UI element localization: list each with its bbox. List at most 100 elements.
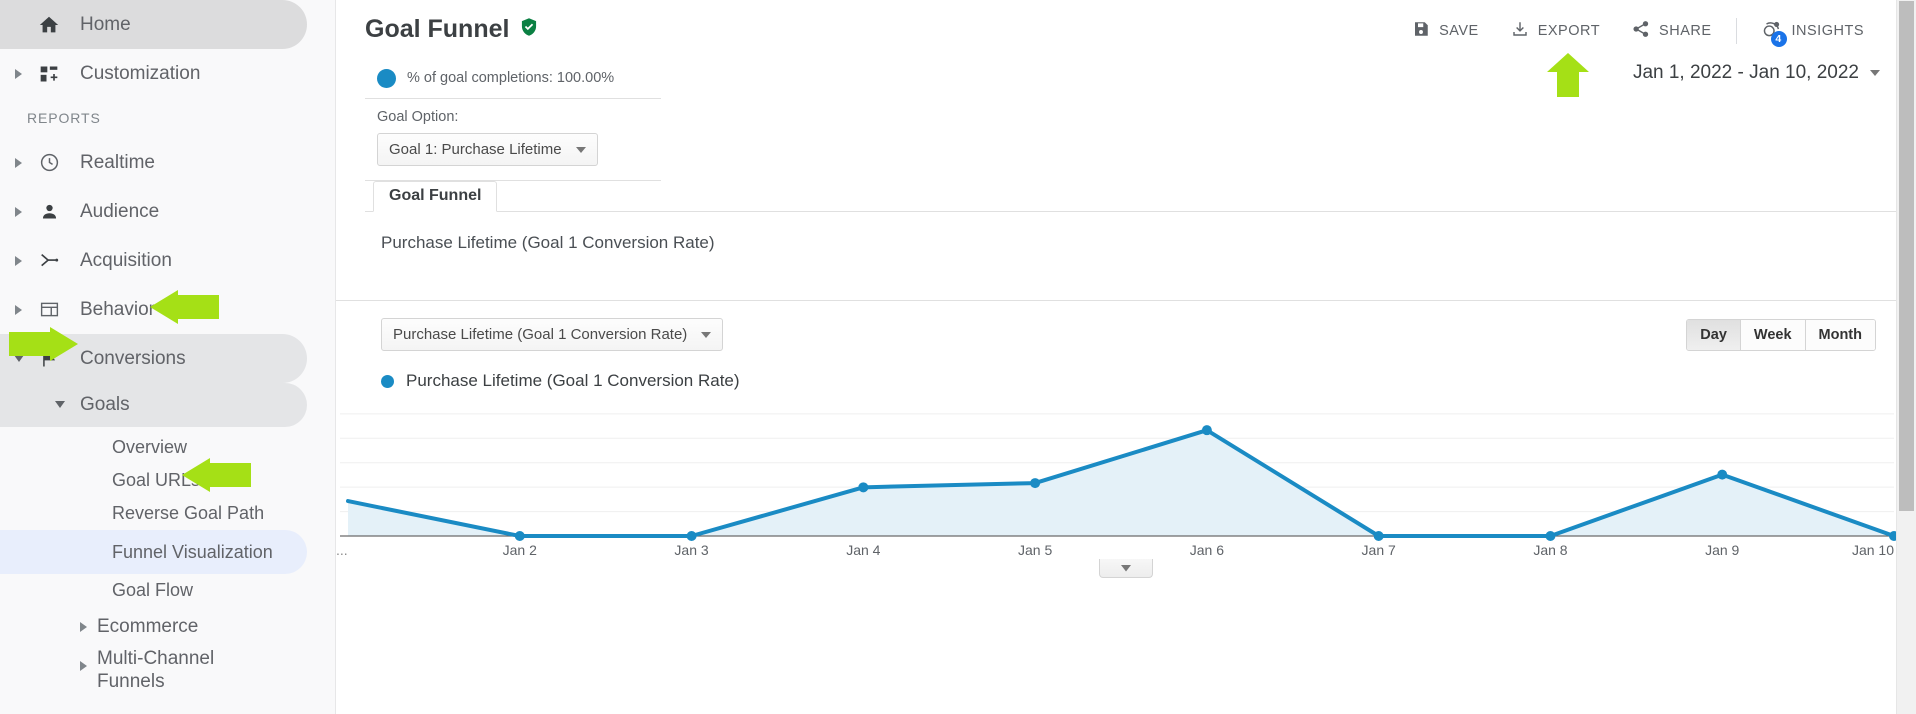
insights-button-label: INSIGHTS (1791, 23, 1864, 39)
page-title: Goal Funnel (365, 15, 539, 44)
funnel-heading: Purchase Lifetime (Goal 1 Conversion Rat… (381, 212, 1916, 300)
data-point[interactable] (1545, 531, 1556, 541)
metric-select[interactable]: Purchase Lifetime (Goal 1 Conversion Rat… (381, 318, 724, 351)
tab-strip: Goal Funnel (365, 181, 1916, 212)
share-button-label: SHARE (1659, 23, 1712, 39)
sidebar-item-audience[interactable]: Audience (0, 187, 335, 236)
x-axis-truncation-ellipsis: ... (336, 542, 348, 558)
sidebar-item-acquisition[interactable]: Acquisition (0, 236, 335, 285)
sidebar-item-label: Funnel Visualization (112, 542, 273, 562)
sidebar-item-multi-channel-funnels[interactable]: Multi-Channel Funnels (0, 647, 335, 692)
sidebar-item-overview[interactable]: Overview (0, 431, 335, 464)
sidebar-item-customization[interactable]: Customization (0, 49, 335, 98)
save-icon (1412, 20, 1430, 42)
line-chart[interactable]: Jan 2 Jan 3 Jan 4 Jan 5 Jan 6 Jan 7 Jan 8 Jan 9… (336, 403, 1916, 578)
goal-option-label: Goal Option: (377, 109, 459, 125)
chevron-right-icon (6, 157, 32, 168)
sidebar-item-label: Reverse Goal Path (112, 503, 265, 523)
date-range-picker[interactable]: Jan 1, 2022 - Jan 10, 2022 (1633, 62, 1880, 84)
x-axis-tick-label: Jan 8 (1533, 542, 1567, 558)
save-button-label: SAVE (1439, 23, 1479, 39)
data-point[interactable] (1030, 478, 1041, 489)
sidebar-item-behavior[interactable]: Behavior (0, 285, 335, 334)
sidebar-section-reports: REPORTS (27, 110, 101, 126)
chevron-down-icon (55, 401, 65, 409)
customization-icon (32, 64, 66, 84)
granularity-toggle: Day Week Month (1686, 318, 1876, 351)
date-range-value: Jan 1, 2022 - Jan 10, 2022 (1632, 62, 1859, 83)
person-icon (32, 201, 66, 222)
data-point[interactable] (1717, 469, 1728, 480)
granularity-day[interactable]: Day (1687, 319, 1741, 350)
goal-completions-text: % of goal completions: 100.00% (407, 70, 615, 86)
sidebar-item-reverse-goal-path[interactable]: Reverse Goal Path (0, 497, 335, 530)
collapse-chart-button[interactable] (1099, 559, 1153, 578)
metric-select-value: Purchase Lifetime (Goal 1 Conversion Rat… (393, 326, 688, 343)
sidebar-item-goals[interactable]: Goals (0, 383, 307, 427)
home-icon (32, 14, 66, 36)
insights-icon: 4 (1761, 18, 1787, 47)
verified-shield-icon (519, 15, 539, 44)
chevron-down-icon (6, 354, 32, 363)
data-point[interactable] (514, 531, 525, 541)
chevron-right-icon (80, 622, 88, 632)
chevron-right-icon (6, 255, 32, 266)
export-button[interactable]: EXPORT (1495, 14, 1616, 48)
main-content: Goal Funnel SAVE EXPORT SHARE 4 INSIGHTS… (336, 0, 1916, 714)
insights-badge: 4 (1770, 31, 1787, 47)
sidebar-item-goal-urls[interactable]: Goal URLs (0, 464, 335, 497)
sidebar-item-realtime[interactable]: Realtime (0, 138, 335, 187)
sidebar-item-label: Goals (80, 394, 130, 415)
sidebar-item-label: Customization (80, 62, 201, 84)
sidebar-item-label: Ecommerce (97, 616, 199, 637)
granularity-week[interactable]: Week (1740, 319, 1806, 350)
chevron-right-icon (6, 68, 32, 79)
annotation-arrow-date-range (1545, 52, 1591, 103)
x-axis-tick-label: Jan 7 (1362, 542, 1396, 558)
x-axis-tick-label: Jan 5 (1018, 542, 1052, 558)
vertical-scrollbar[interactable] (1896, 0, 1916, 714)
export-button-label: EXPORT (1537, 23, 1601, 39)
clock-icon (32, 152, 66, 173)
sidebar-item-label: Realtime (80, 151, 155, 173)
sidebar-item-label: Goal URLs (112, 470, 201, 490)
share-icon (1632, 20, 1650, 42)
share-button[interactable]: SHARE (1616, 14, 1727, 48)
data-point[interactable] (858, 482, 869, 493)
sidebar-item-label: Audience (80, 200, 160, 222)
granularity-month[interactable]: Month (1805, 319, 1875, 350)
tab-goal-funnel[interactable]: Goal Funnel (373, 181, 498, 212)
chevron-right-icon (80, 661, 88, 671)
data-point[interactable] (1373, 531, 1384, 541)
page-header: Goal Funnel SAVE EXPORT SHARE 4 INSIGHTS (336, 0, 1916, 58)
goal-option-select[interactable]: Goal 1: Purchase Lifetime (377, 133, 598, 166)
save-button[interactable]: SAVE (1396, 14, 1495, 48)
chart-controls: Purchase Lifetime (Goal 1 Conversion Rat… (336, 318, 1916, 351)
x-axis-tick-label: Jan 2 (503, 542, 537, 558)
sidebar-item-funnel-visualization[interactable]: Funnel Visualization (0, 530, 307, 574)
sidebar-item-label: Overview (112, 437, 188, 457)
sidebar-item-label: Conversions (80, 347, 186, 369)
sidebar-item-conversions[interactable]: Conversions (0, 334, 307, 383)
sidebar-item-label: Home (80, 13, 131, 35)
sidebar-item-label: Acquisition (80, 249, 172, 271)
toolbar-divider (1735, 18, 1737, 44)
conversion-rate-chart-section: Purchase Lifetime (Goal 1 Conversion Rat… (336, 301, 1916, 578)
goal-completions-summary: % of goal completions: 100.00% (365, 58, 661, 99)
sidebar: Home Customization REPORTS Realtime Audi… (0, 0, 336, 714)
data-point[interactable] (686, 531, 697, 541)
page-title-text: Goal Funnel (365, 14, 510, 43)
sidebar-item-home[interactable]: Home (0, 0, 307, 49)
goal-option-value: Goal 1: Purchase Lifetime (389, 141, 562, 158)
data-point[interactable] (1201, 425, 1212, 436)
legend-color-dot (381, 374, 394, 388)
insights-button[interactable]: 4 INSIGHTS (1745, 12, 1880, 50)
sidebar-item-label: Goal Flow (112, 580, 194, 600)
scrollbar-thumb[interactable] (1899, 1, 1914, 511)
sidebar-item-goal-flow[interactable]: Goal Flow (0, 574, 335, 607)
chevron-down-icon (1121, 564, 1131, 572)
sidebar-item-ecommerce[interactable]: Ecommerce (0, 607, 335, 647)
series-area (348, 430, 1894, 536)
funnel-heading-text: Purchase Lifetime (Goal 1 Conversion Rat… (381, 233, 715, 252)
chart-plot-area[interactable]: Jan 2 Jan 3 Jan 4 Jan 5 Jan 6 Jan 7 Jan 8 Jan 9… (336, 403, 1916, 578)
